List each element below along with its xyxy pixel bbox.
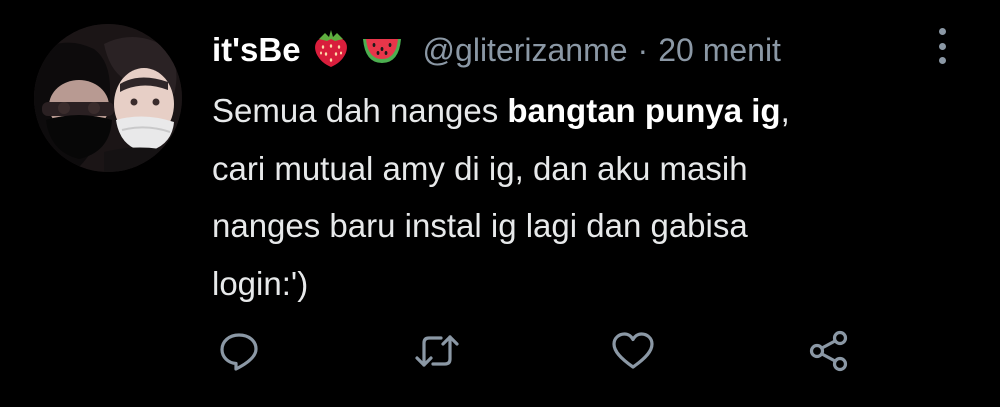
tweet-line-2: cari mutual amy di ig, dan aku masih bbox=[212, 149, 748, 187]
watermelon-emoji bbox=[361, 31, 403, 70]
tweet-line-4: login:') bbox=[212, 264, 309, 302]
retweet-button[interactable] bbox=[412, 326, 462, 376]
share-button[interactable] bbox=[804, 326, 854, 376]
more-options-icon[interactable] bbox=[930, 26, 954, 66]
reply-button[interactable] bbox=[214, 326, 264, 376]
tweet-header: it'sBe @gliterizanme · 20 menit bbox=[212, 24, 781, 76]
display-name[interactable]: it'sBe bbox=[212, 31, 301, 69]
tweet-actions bbox=[0, 326, 1000, 376]
like-icon bbox=[612, 332, 654, 369]
user-handle[interactable]: @gliterizanme bbox=[423, 32, 628, 69]
tweet-text: Semua dah nanges bangtan punya ig, cari … bbox=[212, 82, 952, 312]
tweet[interactable]: it'sBe @gliterizanme · 20 menit Semua da… bbox=[0, 0, 1000, 407]
avatar[interactable] bbox=[34, 24, 182, 172]
share-icon bbox=[809, 330, 848, 372]
tweet-line-3: nanges baru instal ig lagi dan gabisa bbox=[212, 207, 748, 244]
timestamp[interactable]: 20 menit bbox=[658, 32, 781, 69]
retweet-icon bbox=[415, 335, 459, 367]
strawberry-emoji bbox=[311, 27, 351, 74]
tweet-bold-text: bangtan punya ig bbox=[507, 92, 781, 129]
reply-icon bbox=[220, 333, 258, 371]
tweet-line-1: Semua dah nanges bangtan punya ig, bbox=[212, 92, 790, 129]
like-button[interactable] bbox=[608, 326, 658, 376]
separator-dot: · bbox=[637, 31, 649, 68]
